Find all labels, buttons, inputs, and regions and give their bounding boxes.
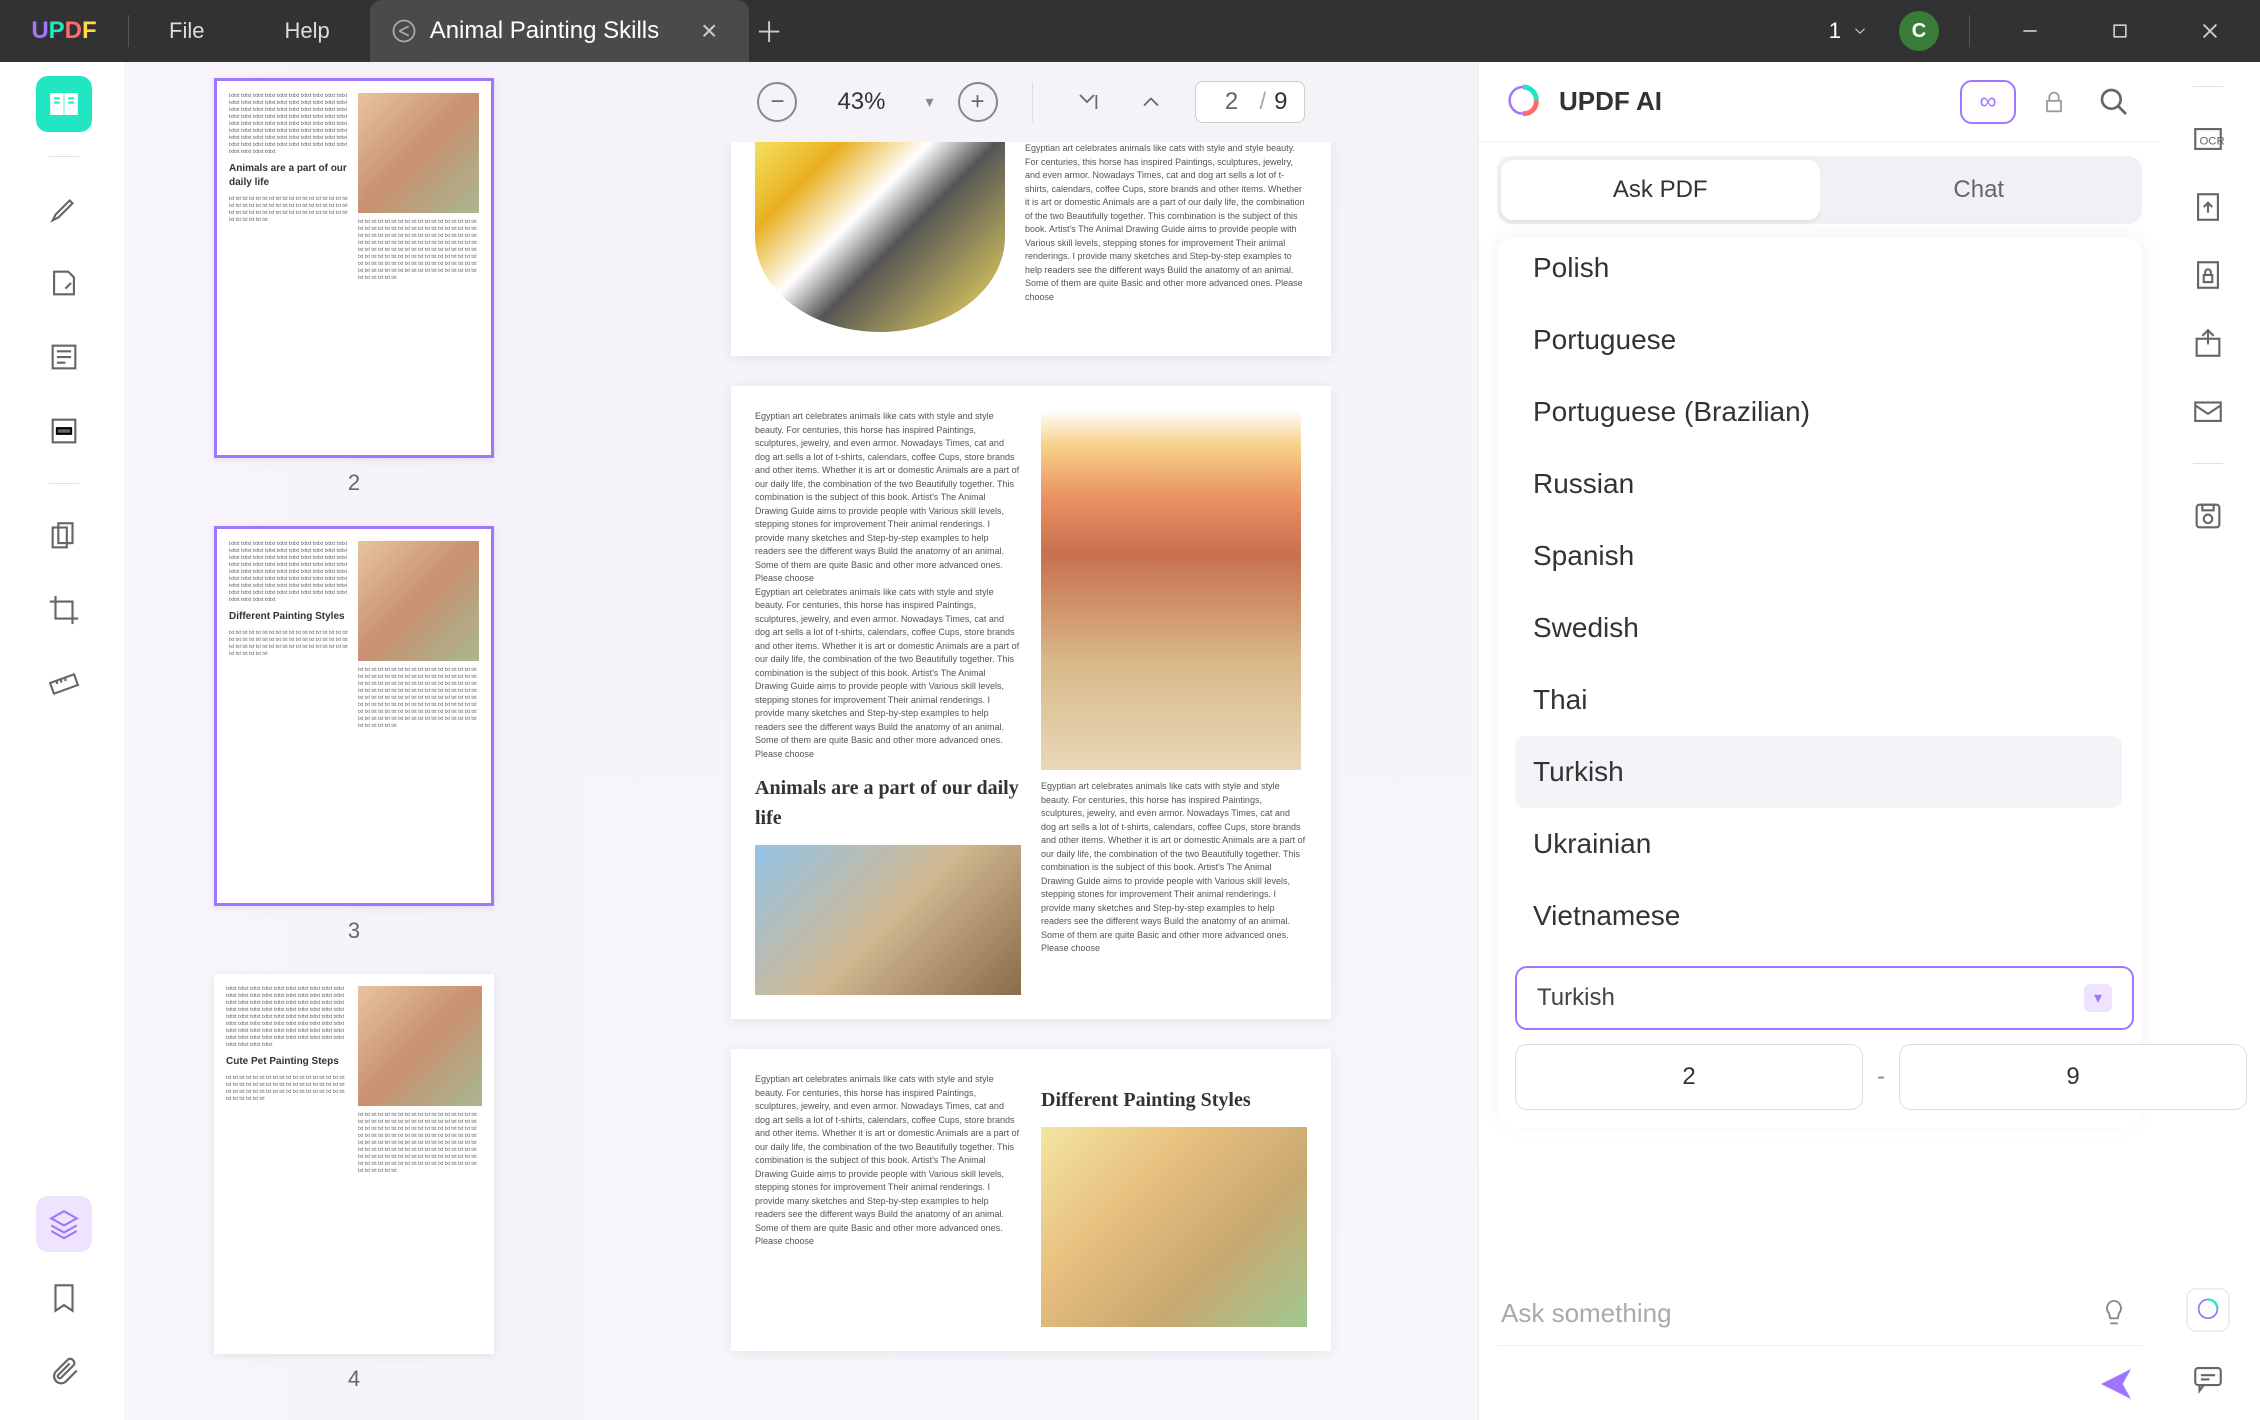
updf-ai-logo-icon (1503, 82, 1543, 122)
new-tab-button[interactable]: ＋ (749, 11, 789, 51)
crop-tool[interactable] (36, 582, 92, 638)
titlebar: UPDF File Help Animal Painting Skills × … (0, 0, 2260, 62)
search-icon[interactable] (2092, 80, 2136, 124)
thumbnail-number: 3 (164, 918, 544, 944)
redact-tool[interactable] (36, 403, 92, 459)
left-toolbar (4, 62, 124, 1420)
first-page-button[interactable] (1067, 82, 1107, 122)
reader-tool[interactable] (36, 76, 92, 132)
language-option[interactable]: Polish (1515, 256, 2122, 304)
ai-panel: UPDF AI ∞ Ask PDF Chat PolishPortugueseP… (1478, 62, 2160, 1420)
total-pages: 9 (1274, 88, 1287, 116)
language-option[interactable]: Spanish (1515, 520, 2122, 592)
language-option[interactable]: Swedish (1515, 592, 2122, 664)
document-viewer: − 43% ▾ + / 9 Egyptian art celebrates an… (584, 62, 1478, 1420)
right-toolbar: OCR (2160, 62, 2256, 1420)
ai-panel-title: UPDF AI (1559, 86, 1944, 117)
thumbnail-page[interactable]: txttxt txttxt txttxt txttxt txttxt txttx… (214, 974, 494, 1354)
zoom-out-button[interactable]: − (757, 82, 797, 122)
page-heading: Animals are a part of our daily life (755, 773, 1021, 833)
menu-file[interactable]: File (129, 18, 244, 44)
tab-title: Animal Painting Skills (430, 17, 659, 45)
attachment-tool[interactable] (36, 1344, 92, 1400)
highlighter-tool[interactable] (36, 181, 92, 237)
language-dropdown-panel: PolishPortuguesePortuguese (Brazilian)Ru… (1497, 238, 2142, 1128)
language-list[interactable]: PolishPortuguesePortuguese (Brazilian)Ru… (1515, 256, 2134, 952)
window-minimize-icon[interactable] (2000, 11, 2060, 51)
language-option[interactable]: Portuguese (1515, 304, 2122, 376)
zoom-level: 43% (821, 88, 901, 116)
language-option[interactable]: Turkish (1515, 736, 2122, 808)
infinity-badge[interactable]: ∞ (1960, 80, 2016, 124)
form-tool[interactable] (36, 329, 92, 385)
save-tool[interactable] (2186, 494, 2230, 538)
range-from-input[interactable] (1515, 1044, 1863, 1110)
doc-page: Egyptian art celebrates animals like cat… (731, 142, 1331, 356)
email-tool[interactable] (2186, 389, 2230, 433)
language-option[interactable]: Russian (1515, 448, 2122, 520)
document-toolbar: − 43% ▾ + / 9 (584, 62, 1478, 142)
doc-page: Egyptian art celebrates animals like cat… (731, 386, 1331, 1019)
thumbnail-page[interactable]: txttxt txttxt txttxt txttxt txttxt txttx… (214, 526, 494, 906)
ai-header: UPDF AI ∞ (1479, 62, 2160, 142)
range-dash: - (1877, 1063, 1885, 1091)
menu-help[interactable]: Help (244, 18, 369, 44)
window-close-icon[interactable] (2180, 11, 2240, 51)
pages-tool[interactable] (36, 508, 92, 564)
lock-icon[interactable] (2032, 80, 2076, 124)
layers-tool[interactable] (36, 1196, 92, 1252)
current-page-input[interactable] (1212, 88, 1252, 116)
ocr-tool[interactable]: OCR (2186, 117, 2230, 161)
ask-input[interactable] (1497, 1282, 2142, 1346)
thumbnail-page[interactable]: txttxt txttxt txttxt txttxt txttxt txttx… (214, 78, 494, 458)
zoom-in-button[interactable]: + (958, 82, 998, 122)
lightbulb-icon[interactable] (2094, 1292, 2134, 1332)
window-maximize-icon[interactable] (2090, 11, 2150, 51)
language-option[interactable]: Thai (1515, 664, 2122, 736)
page-input[interactable]: / 9 (1195, 81, 1305, 123)
document-tab[interactable]: Animal Painting Skills × (370, 0, 749, 62)
page-heading: Different Painting Styles (1041, 1085, 1307, 1115)
document-tab-icon (390, 17, 418, 45)
convert-tool[interactable] (2186, 185, 2230, 229)
language-select[interactable]: Turkish ▾ (1515, 966, 2134, 1030)
thumbnail-panel: txttxt txttxt txttxt txttxt txttxt txttx… (124, 62, 584, 1420)
app-logo: UPDF (0, 17, 128, 45)
selected-language: Turkish (1537, 984, 1615, 1012)
comment-tool[interactable] (2186, 1356, 2230, 1400)
thumbnail-number: 2 (164, 470, 544, 496)
protect-tool[interactable] (2186, 253, 2230, 297)
language-option[interactable]: Vietnamese (1515, 880, 2122, 952)
doc-count-indicator[interactable]: 1 (1829, 18, 1869, 44)
svg-text:OCR: OCR (2200, 136, 2225, 148)
user-avatar[interactable]: C (1899, 11, 1939, 51)
thumbnail-number: 4 (164, 1366, 544, 1392)
measure-tool[interactable] (36, 656, 92, 712)
ai-tool-icon[interactable] (2186, 1288, 2230, 1332)
chevron-down-icon: ▾ (2084, 984, 2112, 1012)
doc-page: Egyptian art celebrates animals like cat… (731, 1049, 1331, 1351)
tab-chat[interactable]: Chat (1820, 160, 2139, 220)
edit-tool[interactable] (36, 255, 92, 311)
zoom-dropdown-icon[interactable]: ▾ (925, 92, 933, 112)
tab-ask-pdf[interactable]: Ask PDF (1501, 160, 1820, 220)
tab-close-icon[interactable]: × (689, 11, 729, 51)
language-option[interactable]: Ukrainian (1515, 808, 2122, 880)
bookmark-tool[interactable] (36, 1270, 92, 1326)
document-pages-scroll[interactable]: Egyptian art celebrates animals like cat… (584, 142, 1478, 1420)
range-to-input[interactable] (1899, 1044, 2247, 1110)
send-icon[interactable] (2096, 1364, 2136, 1404)
language-option[interactable]: Portuguese (Brazilian) (1515, 376, 2122, 448)
prev-page-button[interactable] (1131, 82, 1171, 122)
share-tool[interactable] (2186, 321, 2230, 365)
